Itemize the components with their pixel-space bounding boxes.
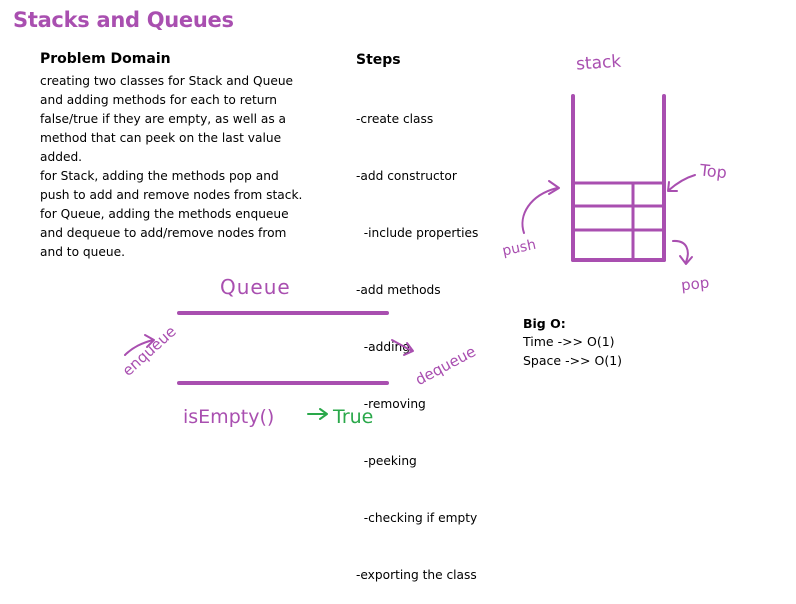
is-empty-result: True (332, 406, 373, 428)
stack-queue-diagram: stack Top push pop Queue enqueue dequeue… (119, 52, 728, 428)
top-arrow (668, 174, 696, 191)
enqueue-label: enqueue (119, 322, 180, 379)
stack-nodes (573, 181, 665, 260)
queue-label: Queue (220, 275, 291, 299)
queue-rails (177, 311, 389, 385)
push-label: push (501, 237, 538, 260)
is-empty-label: isEmpty() (183, 406, 274, 428)
dequeue-label: dequeue (412, 342, 479, 389)
top-label: Top (698, 160, 728, 182)
pop-label: pop (680, 273, 710, 294)
steps-item: -checking if empty (356, 511, 478, 525)
steps-item: -exporting the class (356, 568, 477, 582)
stack-label: stack (575, 52, 622, 75)
stack-container (571, 94, 666, 262)
push-arrow (521, 187, 558, 234)
push-arrow-head (548, 180, 560, 195)
pop-arrow (672, 239, 689, 263)
